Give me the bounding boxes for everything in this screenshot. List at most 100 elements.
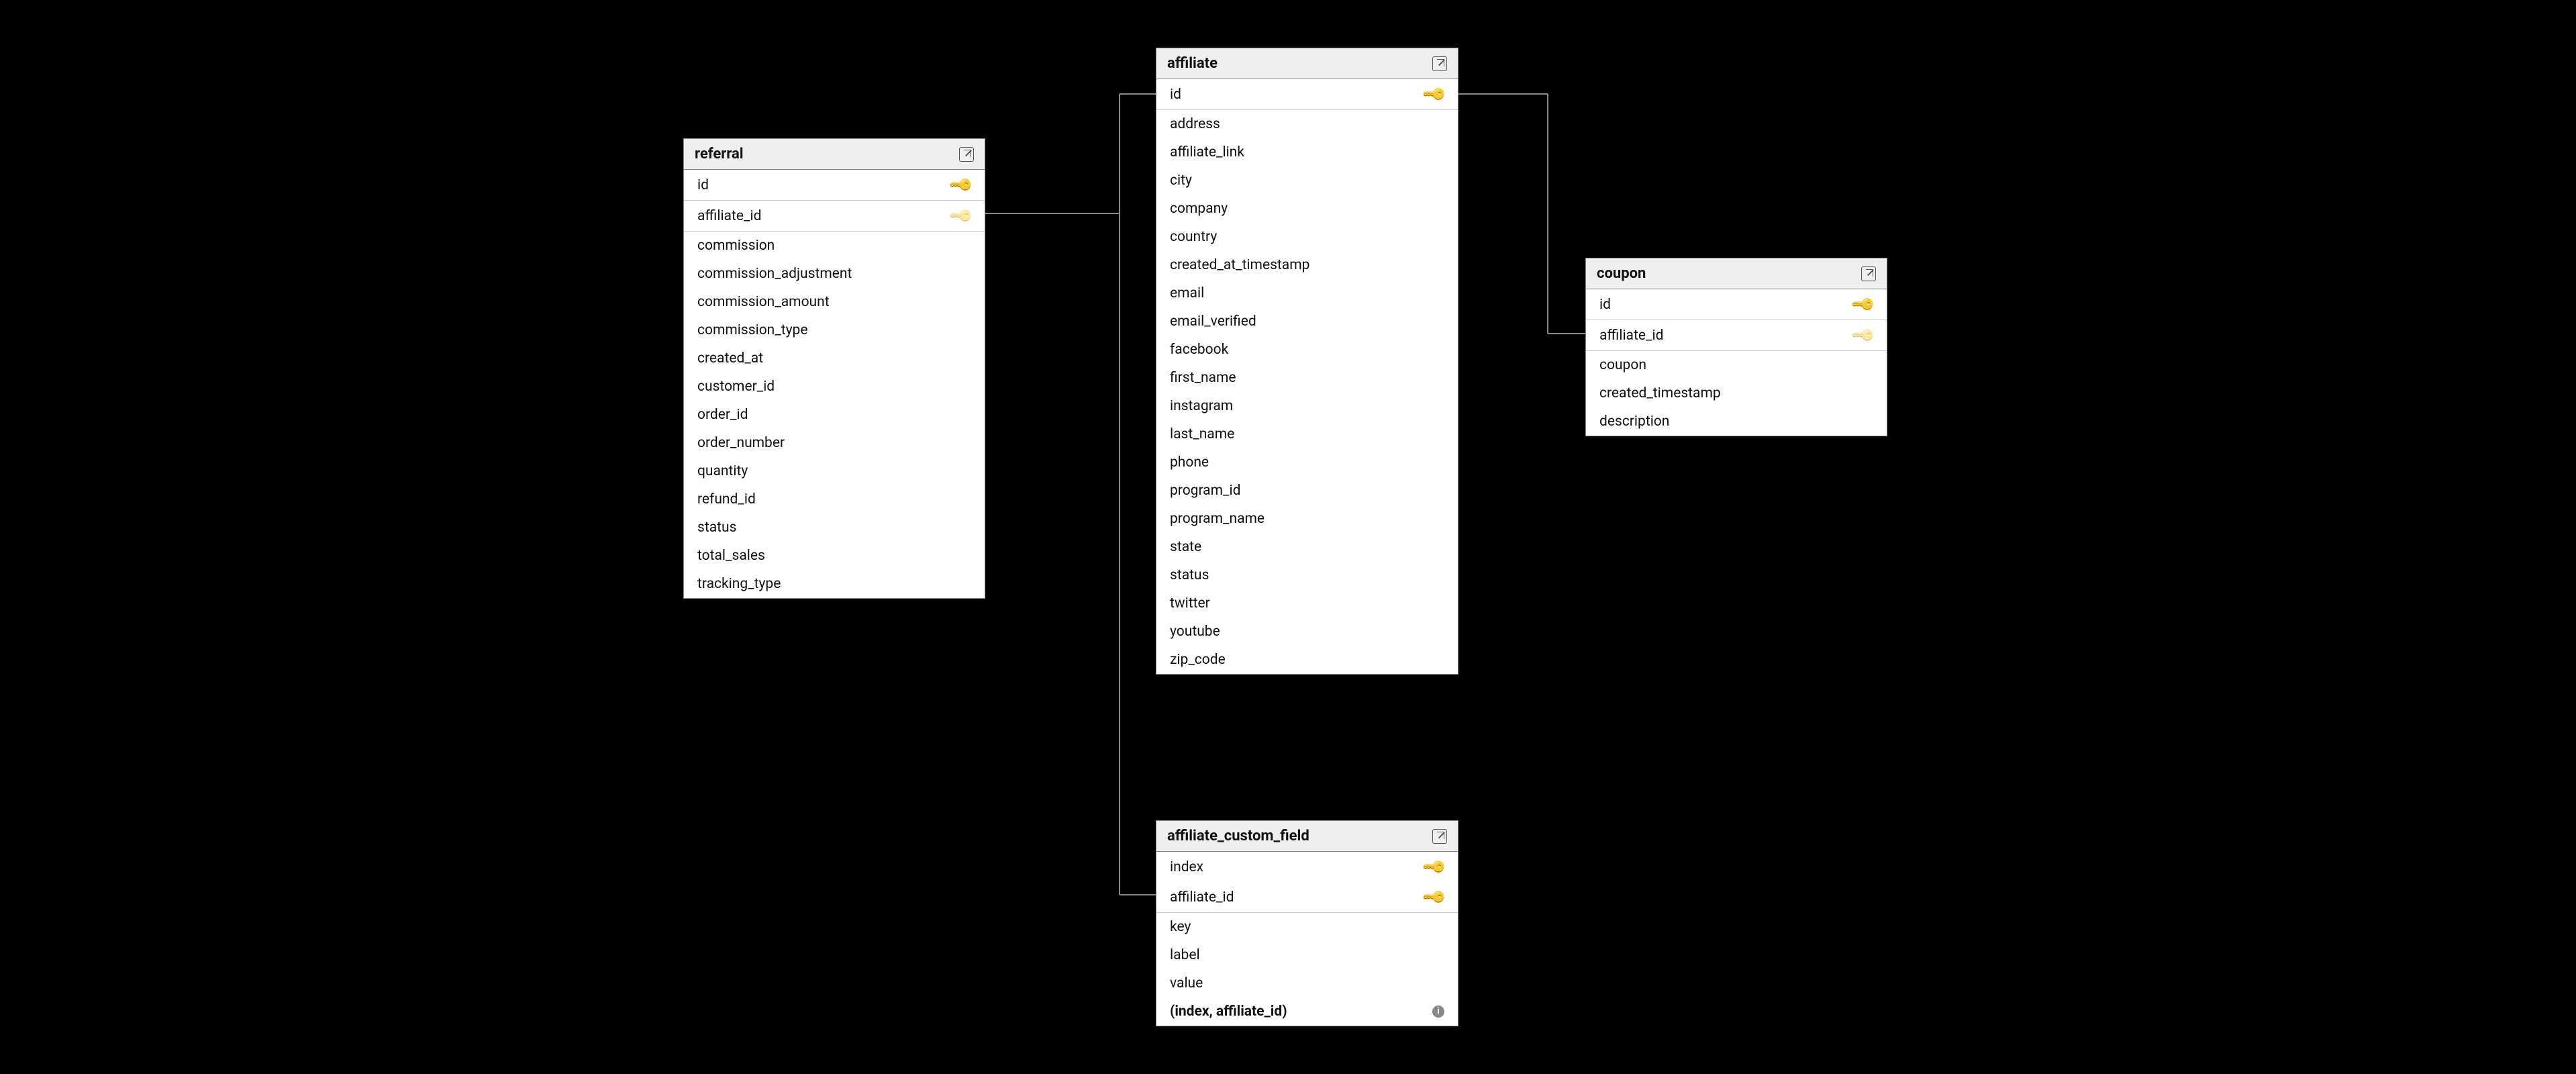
column-name: tracking_type bbox=[697, 576, 781, 592]
entity-referral[interactable]: referral id🔑affiliate_id🔑commissioncommi… bbox=[683, 138, 985, 599]
column-name: email bbox=[1170, 285, 1204, 301]
column-name: id bbox=[1599, 297, 1611, 313]
entity-title: affiliate_custom_field bbox=[1167, 828, 1309, 844]
column-name: program_name bbox=[1170, 511, 1265, 527]
column-name: address bbox=[1170, 116, 1220, 132]
column-row[interactable]: (index, affiliate_id)i bbox=[1156, 997, 1458, 1026]
entity-header[interactable]: coupon bbox=[1586, 258, 1887, 289]
entity-header[interactable]: referral bbox=[684, 139, 985, 170]
column-row[interactable]: customer_id bbox=[684, 373, 985, 401]
column-name: order_number bbox=[697, 435, 785, 451]
entity-columns: id🔑affiliate_id🔑commissioncommission_adj… bbox=[684, 170, 985, 598]
column-row[interactable]: value bbox=[1156, 969, 1458, 997]
external-link-icon[interactable] bbox=[1432, 56, 1447, 71]
column-row[interactable]: order_id bbox=[684, 401, 985, 429]
column-name: facebook bbox=[1170, 342, 1228, 358]
column-name: affiliate_id bbox=[1170, 889, 1234, 906]
column-row[interactable]: created_at_timestamp bbox=[1156, 251, 1458, 279]
entity-affiliate[interactable]: affiliate id 🔑 address affiliate_linkcity co… bbox=[1156, 48, 1458, 675]
column-row[interactable]: zip_code bbox=[1156, 646, 1458, 674]
column-row[interactable]: program_name bbox=[1156, 505, 1458, 533]
entity-title: referral bbox=[695, 146, 744, 162]
column-name: refund_id bbox=[697, 491, 756, 507]
column-name: quantity bbox=[697, 463, 748, 479]
column-row[interactable]: refund_id bbox=[684, 485, 985, 514]
column-row[interactable]: instagram bbox=[1156, 392, 1458, 420]
column-row[interactable]: id 🔑 bbox=[1156, 79, 1458, 110]
entity-title: affiliate bbox=[1167, 55, 1218, 72]
entity-header[interactable]: affiliate bbox=[1156, 48, 1458, 79]
column-row[interactable]: created_timestamp bbox=[1586, 379, 1887, 407]
column-badge: 🔑 bbox=[1425, 858, 1444, 876]
column-name: affiliate_link bbox=[1170, 144, 1244, 160]
entity-coupon[interactable]: coupon id🔑affiliate_id🔑couponcreated_tim… bbox=[1585, 258, 1887, 436]
column-row[interactable]: description bbox=[1586, 407, 1887, 436]
column-row[interactable]: commission_type bbox=[684, 316, 985, 344]
external-link-icon[interactable] bbox=[959, 147, 974, 162]
column-row[interactable]: email bbox=[1156, 279, 1458, 307]
column-name: phone bbox=[1170, 454, 1209, 471]
info-icon[interactable]: i bbox=[1432, 1006, 1444, 1018]
column-row[interactable]: coupon bbox=[1586, 351, 1887, 379]
foreign-key-icon: 🔑 bbox=[1850, 322, 1877, 348]
column-name: index bbox=[1170, 859, 1203, 875]
column-row[interactable]: id🔑 bbox=[684, 170, 985, 201]
column-name: created_timestamp bbox=[1599, 385, 1721, 401]
column-row[interactable]: last_name bbox=[1156, 420, 1458, 448]
column-row[interactable]: tracking_type bbox=[684, 570, 985, 598]
column-row[interactable]: company bbox=[1156, 195, 1458, 223]
column-row[interactable]: commission_adjustment bbox=[684, 260, 985, 288]
column-row[interactable]: email_verified bbox=[1156, 307, 1458, 336]
column-name: company bbox=[1170, 201, 1228, 217]
column-row[interactable]: affiliate_id🔑 bbox=[684, 201, 985, 232]
column-name: value bbox=[1170, 975, 1203, 991]
column-name: state bbox=[1170, 539, 1201, 555]
column-badge: 🔑 bbox=[1425, 888, 1444, 906]
column-row[interactable]: youtube bbox=[1156, 618, 1458, 646]
column-badge: 🔑 bbox=[952, 176, 971, 194]
column-name: email_verified bbox=[1170, 313, 1256, 330]
column-row[interactable]: label bbox=[1156, 941, 1458, 969]
primary-key-icon: 🔑 bbox=[1422, 81, 1448, 107]
column-name: coupon bbox=[1599, 357, 1646, 373]
column-row[interactable]: commission bbox=[684, 232, 985, 260]
column-badge: 🔑 bbox=[1854, 326, 1873, 344]
column-row[interactable]: twitter bbox=[1156, 589, 1458, 618]
column-row[interactable]: total_sales bbox=[684, 542, 985, 570]
column-name: created_at_timestamp bbox=[1170, 257, 1309, 273]
column-row[interactable]: first_name bbox=[1156, 364, 1458, 392]
entity-header[interactable]: affiliate_custom_field bbox=[1156, 821, 1458, 852]
column-row[interactable]: affiliate_id🔑 bbox=[1586, 320, 1887, 351]
column-name: zip_code bbox=[1170, 652, 1226, 668]
external-link-icon[interactable] bbox=[1432, 829, 1447, 844]
column-row[interactable]: order_number bbox=[684, 429, 985, 457]
column-row[interactable]: status bbox=[684, 514, 985, 542]
column-row[interactable]: key bbox=[1156, 913, 1458, 941]
column-row[interactable]: program_id bbox=[1156, 477, 1458, 505]
column-row[interactable]: created_at bbox=[684, 344, 985, 373]
column-row[interactable]: facebook bbox=[1156, 336, 1458, 364]
entity-affiliate-custom-field[interactable]: affiliate_custom_field index🔑affiliate_i… bbox=[1156, 820, 1458, 1026]
column-row[interactable]: quantity bbox=[684, 457, 985, 485]
column-row[interactable]: index 🔑 bbox=[1156, 852, 1458, 882]
external-link-icon[interactable] bbox=[1861, 266, 1876, 281]
column-row[interactable]: address bbox=[1156, 110, 1458, 138]
column-row[interactable]: status bbox=[1156, 561, 1458, 589]
column-row[interactable]: commission_amount bbox=[684, 288, 985, 316]
column-row[interactable]: country bbox=[1156, 223, 1458, 251]
column-row[interactable]: id🔑 bbox=[1586, 289, 1887, 320]
column-name: program_id bbox=[1170, 483, 1240, 499]
column-name: description bbox=[1599, 413, 1669, 430]
entity-columns: index 🔑 affiliate_id 🔑 keylabel value (index, … bbox=[1156, 852, 1458, 1026]
column-row[interactable]: affiliate_link bbox=[1156, 138, 1458, 166]
column-name: id bbox=[1170, 87, 1181, 103]
column-name: commission_type bbox=[697, 322, 807, 338]
column-name: status bbox=[697, 520, 736, 536]
erd-canvas[interactable]: referral id🔑affiliate_id🔑commissioncommi… bbox=[0, 0, 2576, 1074]
column-name: first_name bbox=[1170, 370, 1236, 386]
column-row[interactable]: state bbox=[1156, 533, 1458, 561]
column-row[interactable]: phone bbox=[1156, 448, 1458, 477]
column-badge: 🔑 bbox=[952, 207, 971, 225]
column-row[interactable]: affiliate_id 🔑 bbox=[1156, 882, 1458, 913]
column-row[interactable]: city bbox=[1156, 166, 1458, 195]
